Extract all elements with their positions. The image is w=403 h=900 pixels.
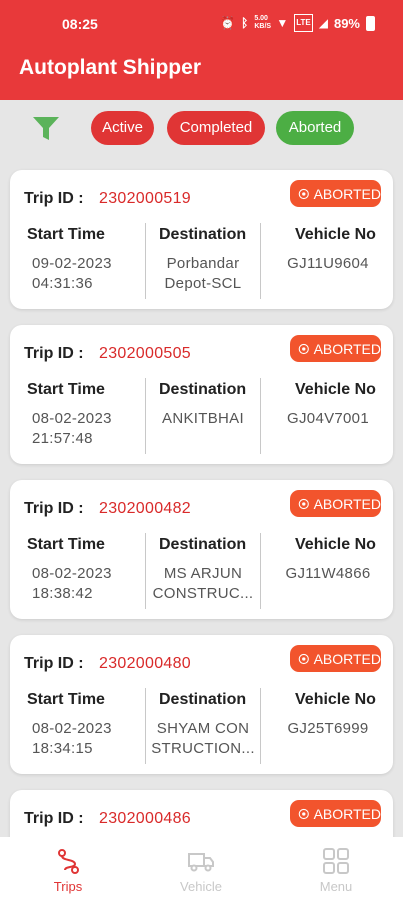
destination-value: SHYAM CON STRUCTION...	[151, 720, 255, 757]
trip-id-label: Trip ID :	[24, 500, 84, 517]
status-time: 08:25	[62, 16, 98, 32]
status-text: ABORTED	[313, 340, 381, 357]
route-icon	[58, 849, 79, 874]
destination-header: Destination	[159, 381, 247, 398]
status-text: ABORTED	[313, 495, 381, 512]
start-time-value: 08-02-2023 18:38:42	[32, 565, 112, 602]
destination-header: Destination	[159, 226, 247, 243]
nav-trips-label: Trips	[53, 879, 83, 894]
chip-completed[interactable]: Completed	[167, 111, 265, 145]
destination-value: ANKITBHAI	[162, 410, 244, 427]
column-divider	[260, 688, 261, 764]
trip-id-value: 2302000480	[99, 655, 191, 672]
status-bar: 08:25 ⏰ ᛒ 5.00 KB/S ▼ LTE ◢ 89%	[0, 0, 403, 46]
status-badge: ABORTED	[290, 180, 381, 207]
aborted-icon	[298, 498, 309, 509]
nav-vehicle[interactable]: Vehicle	[156, 845, 246, 894]
vehicle-no-header: Vehicle No	[295, 381, 376, 398]
destination-value: Porbandar Depot-SCL	[164, 255, 242, 292]
aborted-icon	[298, 343, 309, 354]
trip-card[interactable]: Trip ID : 2302000480 ABORTED Start Time …	[10, 635, 393, 774]
status-text: ABORTED	[313, 805, 381, 822]
vehicle-no-value: GJ04V7001	[287, 410, 369, 427]
status-icons: ⏰ ᛒ 5.00 KB/S ▼ LTE ◢ 89%	[220, 14, 375, 32]
status-text: ABORTED	[313, 650, 381, 667]
nav-trips[interactable]: Trips	[23, 845, 113, 894]
nav-menu[interactable]: Menu	[291, 845, 381, 894]
column-divider	[145, 378, 146, 454]
chip-aborted[interactable]: Aborted	[276, 111, 354, 145]
column-divider	[260, 378, 261, 454]
app-bar: 08:25 ⏰ ᛒ 5.00 KB/S ▼ LTE ◢ 89% Autoplan…	[0, 0, 403, 100]
vehicle-no-header: Vehicle No	[295, 691, 376, 708]
alarm-icon: ⏰	[220, 16, 236, 30]
filter-icon[interactable]	[32, 116, 60, 142]
vehicle-no-value: GJ11W4866	[285, 565, 371, 582]
bottom-nav: Trips Vehicle Menu	[0, 837, 403, 900]
trip-id-label: Trip ID :	[24, 345, 84, 362]
grid-icon	[323, 848, 349, 874]
aborted-icon	[298, 188, 309, 199]
column-divider	[260, 223, 261, 299]
trip-list[interactable]: Trip ID : 2302000519 ABORTED Start Time …	[0, 158, 403, 837]
destination-header: Destination	[159, 691, 247, 708]
status-badge: ABORTED	[290, 645, 381, 672]
start-time-value: 08-02-2023 21:57:48	[32, 410, 112, 447]
trip-id-label: Trip ID :	[24, 655, 84, 672]
vehicle-no-value: GJ11U9604	[287, 255, 369, 272]
start-time-value: 09-02-2023 04:31:36	[32, 255, 112, 292]
trip-id-value: 2302000482	[99, 500, 191, 517]
trip-id-label: Trip ID :	[24, 190, 84, 207]
start-time-header: Start Time	[27, 691, 105, 708]
trip-id-label: Trip ID :	[24, 810, 84, 827]
start-time-value: 08-02-2023 18:34:15	[32, 720, 112, 757]
network-speed: 5.00 KB/S	[254, 15, 272, 30]
network-type: LTE	[294, 14, 313, 32]
trip-id-value: 2302000505	[99, 345, 191, 362]
trip-card[interactable]: Trip ID : 2302000519 ABORTED Start Time …	[10, 170, 393, 309]
trip-card[interactable]: Trip ID : 2302000482 ABORTED Start Time …	[10, 480, 393, 619]
filter-bar: Active Completed Aborted	[0, 100, 403, 158]
destination-header: Destination	[159, 536, 247, 553]
nav-menu-label: Menu	[319, 879, 353, 894]
trip-card[interactable]: Trip ID : 2302000486 ABORTED	[10, 790, 393, 837]
battery-level: 89%	[333, 15, 360, 31]
chip-active[interactable]: Active	[91, 111, 154, 145]
destination-value: MS ARJUN CONSTRUC...	[152, 565, 254, 602]
start-time-header: Start Time	[27, 226, 105, 243]
column-divider	[145, 533, 146, 609]
aborted-icon	[298, 653, 309, 664]
status-badge: ABORTED	[290, 335, 381, 362]
bluetooth-icon: ᛒ	[241, 16, 249, 30]
trip-id-value: 2302000486	[99, 810, 191, 827]
vehicle-no-header: Vehicle No	[295, 226, 376, 243]
battery-icon	[366, 15, 375, 31]
aborted-icon	[298, 808, 309, 819]
vehicle-no-value: GJ25T6999	[287, 720, 369, 737]
column-divider	[260, 533, 261, 609]
trip-card[interactable]: Trip ID : 2302000505 ABORTED Start Time …	[10, 325, 393, 464]
app-title: Autoplant Shipper	[19, 56, 201, 79]
vehicle-no-header: Vehicle No	[295, 536, 376, 553]
start-time-header: Start Time	[27, 536, 105, 553]
wifi-icon: ▼	[276, 16, 289, 30]
column-divider	[145, 688, 146, 764]
column-divider	[145, 223, 146, 299]
status-badge: ABORTED	[290, 490, 381, 517]
status-text: ABORTED	[313, 185, 381, 202]
truck-icon	[188, 853, 214, 872]
nav-vehicle-label: Vehicle	[180, 879, 222, 894]
signal-icon: ◢	[318, 16, 328, 30]
status-badge: ABORTED	[290, 800, 381, 827]
start-time-header: Start Time	[27, 381, 105, 398]
trip-id-value: 2302000519	[99, 190, 191, 207]
